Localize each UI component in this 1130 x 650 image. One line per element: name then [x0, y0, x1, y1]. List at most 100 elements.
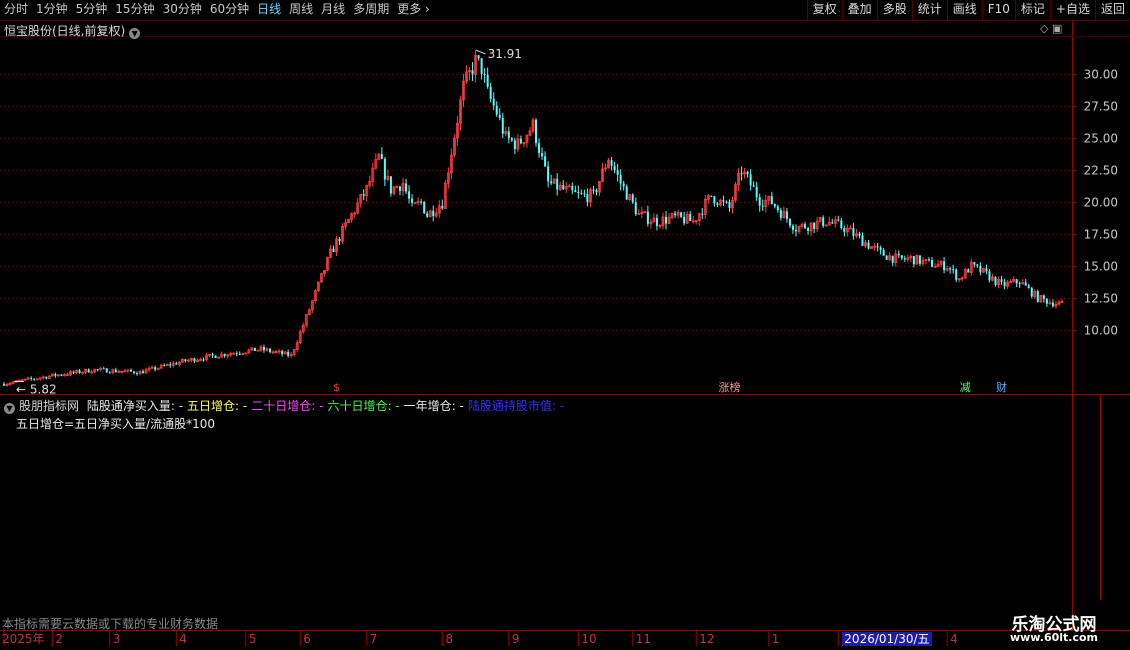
candle-body: [791, 225, 794, 230]
candle-body: [571, 185, 574, 191]
candle-body: [102, 368, 105, 370]
toolbar-button-8[interactable]: 返回: [1094, 0, 1130, 20]
toolbar-button-4[interactable]: 画线: [946, 0, 982, 20]
candle-body: [955, 269, 958, 280]
candle-body: [619, 174, 622, 184]
price-axis: 10.00 12.50 15.00 17.50 20.00 22.50 25.00 27.50…: [1072, 68, 1118, 338]
event-marker-0[interactable]: $: [333, 381, 340, 394]
candle-body: [30, 378, 33, 380]
candle-body: [423, 201, 426, 214]
candle-body: [411, 198, 414, 203]
axis-tick-label-4: 20.00: [1084, 196, 1118, 210]
toolbar-button-3[interactable]: 统计: [911, 0, 947, 20]
candle-body: [807, 228, 810, 231]
period-tab-1[interactable]: 1分钟: [32, 0, 72, 20]
time-label-2: 3: [113, 632, 121, 646]
indicator-series-2: 二十日增仓: -: [251, 399, 324, 413]
time-label-5: 6: [303, 632, 311, 646]
event-marker-3[interactable]: 财: [996, 380, 1007, 394]
candle-body: [943, 261, 946, 271]
candle-body: [674, 213, 677, 216]
axis-tick-label-1: 12.50: [1084, 292, 1118, 306]
period-tab-10[interactable]: 更多 ›: [393, 0, 434, 20]
candle-body: [223, 354, 226, 357]
indicator-series-3: 六十日增仓: -: [327, 399, 400, 413]
candle-body: [979, 265, 982, 273]
candle-body: [332, 248, 335, 252]
candle-body: [849, 227, 852, 230]
candle-body: [577, 192, 580, 194]
candle-body: [362, 194, 365, 196]
period-tab-8[interactable]: 月线: [317, 0, 349, 20]
period-tab-0[interactable]: 分时: [0, 0, 32, 20]
candle-body: [541, 153, 544, 157]
axis-tick-label-6: 25.00: [1084, 132, 1118, 146]
candle-body: [262, 346, 265, 351]
period-tab-3[interactable]: 15分钟: [111, 0, 158, 20]
candle-body: [858, 233, 861, 236]
candle-body: [758, 197, 761, 206]
candle-body: [154, 367, 157, 370]
toolbar-button-2[interactable]: 多股: [876, 0, 912, 20]
low-label: ← 5.82: [16, 383, 57, 397]
window-icon[interactable]: ▣: [1052, 22, 1062, 35]
candle-body: [610, 160, 613, 166]
time-label-9: 10: [581, 632, 596, 646]
toolbar-button-7[interactable]: +自选: [1049, 0, 1095, 20]
period-tab-4[interactable]: 30分钟: [159, 0, 206, 20]
toolbar-button-5[interactable]: F10: [981, 0, 1015, 20]
candle-body: [1051, 302, 1054, 307]
period-tab-6[interactable]: 日线: [253, 0, 285, 20]
period-tab-5[interactable]: 60分钟: [206, 0, 253, 20]
time-label-7: 8: [445, 632, 453, 646]
indicator-series-list: 陆股通净买入量: - 五日增仓: - 二十日增仓: - 六十日增仓: - 一年增仓: -…: [83, 399, 564, 413]
candle-body: [885, 255, 888, 260]
toolbar-button-1[interactable]: 叠加: [841, 0, 877, 20]
toolbar-button-0[interactable]: 复权: [806, 0, 842, 20]
candle-body: [861, 235, 864, 246]
event-marker-1[interactable]: 涨榜: [718, 380, 740, 394]
candle-body: [108, 372, 111, 374]
candle-body: [976, 264, 979, 266]
candle-body: [238, 353, 241, 355]
chart-title[interactable]: 恒宝股份(日线,前复权) ▼: [4, 22, 141, 39]
time-label-4: 5: [249, 632, 257, 646]
candle-body: [680, 212, 683, 217]
candle-body: [498, 114, 501, 118]
candle-body: [949, 268, 952, 270]
time-label-12: 1: [772, 632, 780, 646]
candle-body: [432, 210, 435, 217]
indicator-series-4: 一年增仓: -: [403, 399, 464, 413]
period-tab-7[interactable]: 周线: [285, 0, 317, 20]
chevron-down-icon[interactable]: ▼: [4, 403, 15, 414]
candle-body: [232, 352, 236, 355]
candle-body: [785, 211, 788, 219]
candle-body: [973, 262, 976, 265]
candle-body: [235, 353, 238, 355]
candle-body: [840, 220, 843, 229]
event-markers[interactable]: $ 涨榜 减 财: [333, 380, 1007, 394]
indicator-name[interactable]: 股朋指标网: [19, 399, 79, 413]
axis-tick-label-5: 22.50: [1084, 164, 1118, 178]
candle-body: [897, 254, 900, 256]
toolbar-button-6[interactable]: 标记: [1014, 0, 1050, 20]
time-label-6: 7: [370, 632, 378, 646]
high-pointer: [475, 49, 486, 55]
period-tab-2[interactable]: 5分钟: [72, 0, 112, 20]
chevron-down-icon[interactable]: ▼: [129, 28, 141, 39]
candle-body: [1045, 298, 1048, 304]
candle-body: [616, 170, 619, 175]
candle-body: [879, 247, 882, 250]
candle-body: [269, 348, 272, 352]
period-tabs: 分时 1分钟 5分钟 15分钟 30分钟 60分钟 日线 周线 月线 多周期 更多 ›: [0, 0, 434, 20]
candle-body: [175, 363, 178, 365]
candle-body: [701, 213, 704, 215]
candle-body: [486, 74, 489, 87]
event-marker-2[interactable]: 减: [960, 381, 971, 394]
kline-chart[interactable]: 10.00 12.50 15.00 17.50 20.00 22.50 25.00 27.50…: [0, 0, 1130, 650]
candle-body: [87, 369, 90, 373]
candle-body: [912, 256, 915, 265]
period-tab-9[interactable]: 多周期: [349, 0, 393, 20]
diamond-icon[interactable]: ◇: [1040, 22, 1048, 35]
candlestick-series[interactable]: [3, 50, 1064, 387]
